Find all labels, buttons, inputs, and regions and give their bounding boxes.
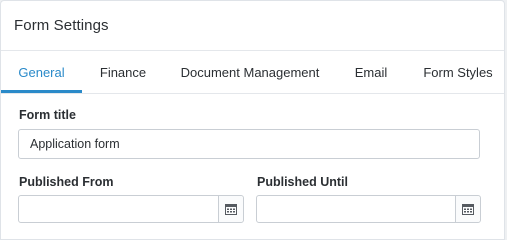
form-title-input[interactable] [18,129,480,159]
tab-document-management[interactable]: Document Management [171,51,329,93]
calendar-icon [462,204,474,215]
published-until-label: Published Until [257,175,348,189]
tab-bar: General Finance Document Management Emai… [1,51,504,94]
published-from-calendar-button[interactable] [218,196,243,222]
published-from-input[interactable] [19,196,218,222]
published-until-field [256,195,481,223]
published-from-label: Published From [19,175,114,189]
calendar-icon [225,204,237,215]
tab-form-styles[interactable]: Form Styles [413,51,503,93]
form-settings-dialog: Form Settings General Finance Document M… [0,0,505,240]
published-until-input[interactable] [257,196,455,222]
published-from-field [18,195,244,223]
dialog-title: Form Settings [14,17,109,34]
published-until-calendar-button[interactable] [455,196,480,222]
form-title-label: Form title [19,108,76,122]
dialog-header: Form Settings [1,1,504,51]
tab-general[interactable]: General [1,51,82,93]
tab-email[interactable]: Email [342,51,400,93]
tab-finance[interactable]: Finance [87,51,159,93]
